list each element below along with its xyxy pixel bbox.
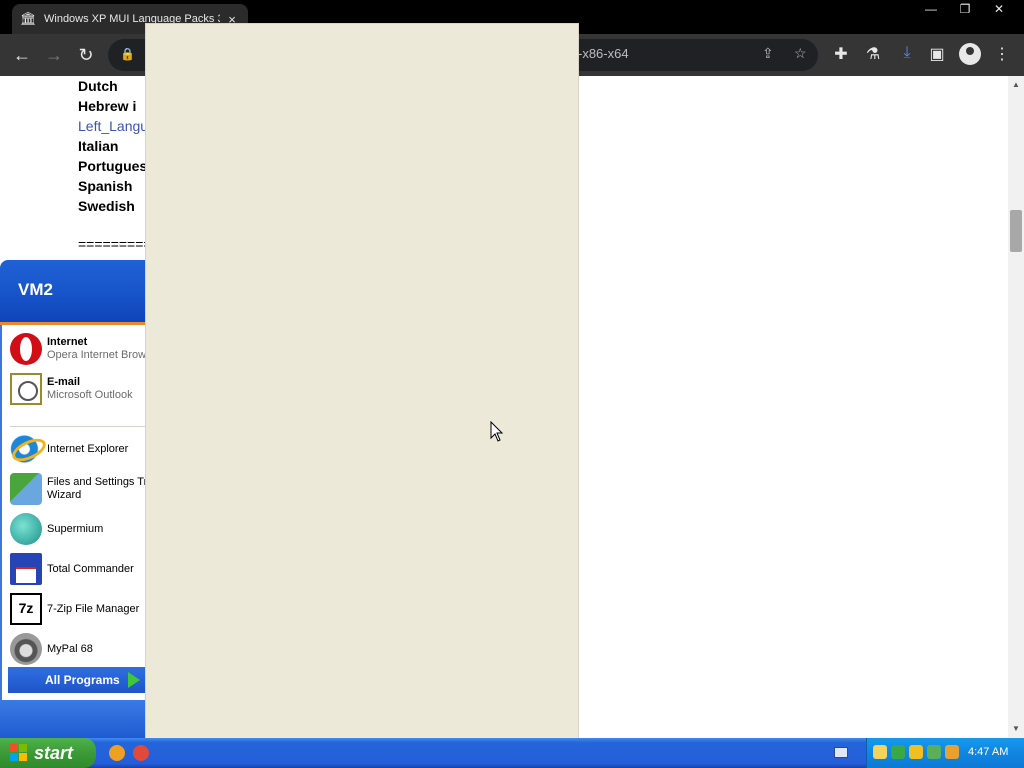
recent-label: Internet Explorer — [47, 442, 129, 455]
all-programs-label: All Programs — [45, 673, 120, 687]
recent-internet-explorer[interactable]: Internet Explorer — [10, 433, 128, 465]
url-text[interactable]: -x86-x64 — [578, 46, 629, 61]
scroll-down-arrow-icon[interactable]: ▼ — [1008, 724, 1024, 736]
menu-divider — [10, 426, 150, 427]
lang-line-spanish: Spanish — [78, 178, 133, 194]
close-window-button[interactable]: ✕ — [982, 0, 1016, 18]
window-controls: — ❐ ✕ — [914, 0, 1016, 18]
side-panel-icon[interactable]: ▣ — [926, 44, 948, 64]
lang-line-hebrew: Hebrew i — [78, 98, 137, 114]
desktop: 🏛 Windows XP MUI Language Packs 3 × — ❐ … — [0, 0, 1024, 768]
pinned-email[interactable]: E-mail Microsoft Outlook — [10, 373, 133, 405]
recent-label: MyPal 68 — [47, 642, 93, 655]
lang-line-portuguese: Portugues — [78, 158, 148, 174]
scroll-thumb[interactable] — [1010, 210, 1022, 252]
arrow-right-icon — [127, 672, 140, 688]
blank-window[interactable] — [145, 23, 579, 768]
outlook-icon — [10, 373, 42, 405]
lang-line-swedish: Swedish — [78, 198, 135, 214]
pinned-internet-title: Internet — [47, 336, 88, 348]
back-button[interactable]: ← — [10, 43, 34, 67]
pinned-internet[interactable]: Internet Opera Internet Brow — [10, 333, 146, 365]
forward-button[interactable]: → — [42, 43, 66, 67]
taskbar: start 4:47 AM — [0, 738, 1024, 768]
lang-line-dutch: Dutch — [78, 78, 118, 94]
quicklaunch-browser-icon[interactable] — [109, 745, 125, 761]
files-settings-transfer-icon — [10, 473, 42, 505]
start-menu-programs: Internet Opera Internet Brow E-mail Micr… — [0, 325, 150, 700]
recent-label: 7-Zip File Manager — [47, 602, 140, 615]
supermium-icon — [10, 513, 42, 545]
scroll-up-arrow-icon[interactable]: ▲ — [1008, 80, 1024, 92]
start-menu-header: VM2 — [0, 260, 150, 322]
restore-button[interactable]: ❐ — [948, 0, 982, 18]
start-label: start — [34, 742, 74, 763]
recent-mypal[interactable]: MyPal 68 — [10, 633, 93, 665]
reload-button[interactable]: ↻ — [74, 43, 98, 67]
lang-link-left-language[interactable]: Left_Langu — [78, 118, 148, 134]
user-name: VM2 — [18, 280, 53, 299]
recent-label-line2: Wizard — [47, 489, 82, 501]
menu-icon[interactable]: ⋮ — [991, 44, 1013, 64]
internet-explorer-icon — [10, 433, 42, 465]
total-commander-icon — [10, 553, 42, 585]
recent-total-commander[interactable]: Total Commander — [10, 553, 134, 585]
shield-icon[interactable] — [909, 745, 923, 759]
recent-label: Supermium — [47, 522, 104, 535]
pinned-email-title: E-mail — [47, 376, 81, 388]
pinned-email-subtitle: Microsoft Outlook — [47, 389, 133, 401]
search-icon[interactable] — [945, 745, 959, 759]
extensions-icon[interactable]: ✚ — [830, 44, 852, 64]
update-icon[interactable] — [927, 745, 941, 759]
keyboard-icon[interactable] — [834, 747, 848, 758]
quicklaunch-chrome-icon[interactable] — [133, 745, 149, 761]
seven-zip-icon: 7z — [10, 593, 42, 625]
start-menu: VM2 Internet Opera Internet Brow E-mail … — [0, 260, 150, 738]
lang-line-italian: Italian — [78, 138, 119, 154]
recent-label: Files and Settings Tra — [47, 476, 150, 488]
page-scrollbar[interactable] — [1008, 76, 1024, 738]
start-menu-footer — [0, 700, 150, 738]
recent-seven-zip[interactable]: 7z 7-Zip File Manager — [10, 593, 139, 625]
minimize-button[interactable]: — — [914, 0, 948, 18]
opera-icon — [10, 333, 42, 365]
share-icon[interactable]: ⇪ — [762, 45, 774, 62]
star-icon[interactable]: ☆ — [794, 45, 807, 62]
windows-logo-icon — [10, 744, 28, 762]
mypal-icon — [10, 633, 42, 665]
mouse-cursor-icon — [490, 421, 504, 442]
profile-icon[interactable] — [959, 43, 981, 65]
recent-supermium[interactable]: Supermium — [10, 513, 103, 545]
pinned-internet-subtitle: Opera Internet Brow — [47, 349, 147, 361]
recent-files-settings-transfer[interactable]: Files and Settings Tra Wizard — [10, 473, 150, 505]
globe-icon[interactable] — [891, 745, 905, 759]
download-icon[interactable]: ⤓ — [896, 44, 918, 62]
bank-icon: 🏛 — [20, 11, 37, 26]
lab-flask-icon[interactable]: ⚗ — [862, 44, 884, 64]
recent-label: Total Commander — [47, 562, 134, 575]
clock: 4:47 AM — [968, 746, 1009, 758]
start-button[interactable]: start — [0, 738, 96, 768]
all-programs-button[interactable]: All Programs — [8, 667, 150, 693]
lock-icon[interactable]: 🔒 — [120, 47, 135, 61]
network-icon[interactable] — [873, 745, 887, 759]
